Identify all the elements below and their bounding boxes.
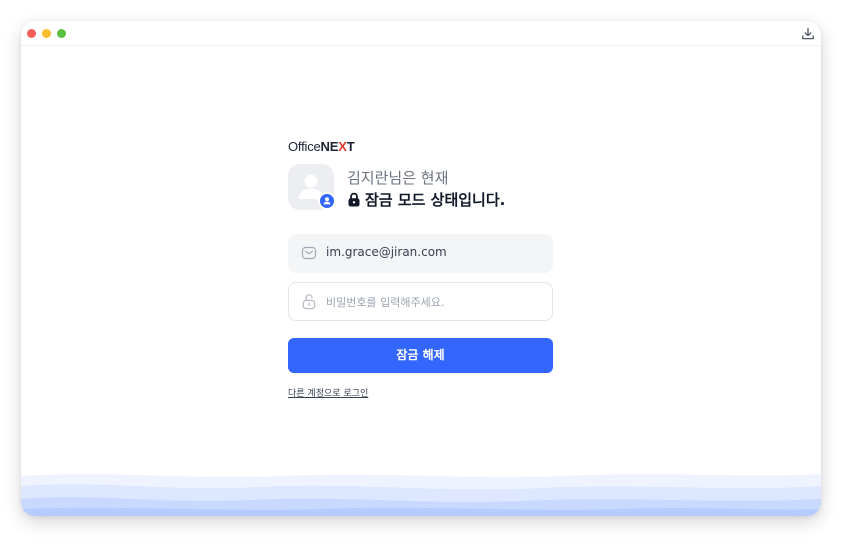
password-input[interactable] [326,292,541,312]
close-window-button[interactable] [27,29,36,38]
maximize-window-button[interactable] [57,29,66,38]
lock-status: 잠금 모드 상태입니다. [347,189,505,210]
email-field: im.grace@jiran.com [288,234,553,273]
mail-icon [301,245,317,261]
unlock-icon [301,293,317,310]
account-badge-icon [318,192,336,210]
unlock-button[interactable]: 잠금 해제 [288,338,553,373]
officenext-logo: OfficeNEXT [288,139,355,154]
wave-decoration [21,474,821,516]
login-other-account-link[interactable]: 다른 계정으로 로그인 [288,386,368,399]
email-value: im.grace@jiran.com [326,245,447,259]
app-window: OfficeNEXT 김지란님은 현재 잠금 모드 상태입니다. im.grac… [21,21,821,516]
download-icon[interactable] [801,26,815,40]
greeting-text: 김지란님은 현재 [347,169,449,187]
lock-status-text: 잠금 모드 상태입니다. [365,191,506,209]
title-bar [21,21,821,46]
lock-icon [347,192,361,207]
password-field[interactable] [288,282,553,321]
minimize-window-button[interactable] [42,29,51,38]
